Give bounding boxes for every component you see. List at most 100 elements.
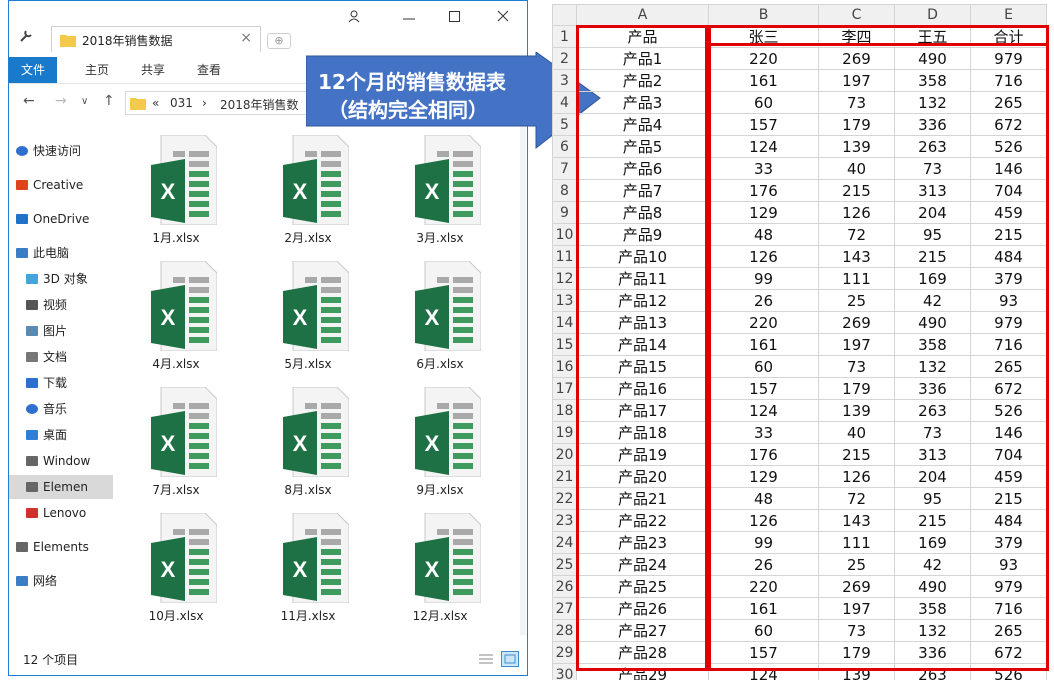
row-header[interactable]: 1 <box>552 25 577 48</box>
data-cell[interactable]: 产品18 <box>576 421 709 444</box>
breadcrumb-current[interactable]: 2018年销售数 <box>220 96 299 113</box>
header-cell[interactable]: 合计 <box>970 25 1047 48</box>
data-cell[interactable]: 176 <box>708 179 819 202</box>
back-arrow-icon[interactable]: ← <box>23 93 35 109</box>
file-item[interactable]: X 5月.xlsx <box>253 251 363 377</box>
data-cell[interactable]: 48 <box>708 223 819 246</box>
data-cell[interactable]: 产品10 <box>576 245 709 268</box>
data-cell[interactable]: 73 <box>818 619 895 642</box>
tab-2018-sales[interactable]: 2018年销售数据 × <box>51 26 261 52</box>
ribbon-tab-view[interactable]: 查看 <box>197 57 221 83</box>
data-cell[interactable]: 313 <box>894 179 971 202</box>
data-cell[interactable]: 42 <box>894 553 971 576</box>
data-cell[interactable]: 产品24 <box>576 553 709 576</box>
data-cell[interactable]: 146 <box>970 421 1047 444</box>
data-cell[interactable]: 204 <box>894 201 971 224</box>
maximize-icon[interactable] <box>449 9 461 23</box>
data-cell[interactable]: 60 <box>708 619 819 642</box>
nav-item-4[interactable]: 3D 对象 <box>9 267 113 291</box>
data-cell[interactable]: 263 <box>894 399 971 422</box>
data-cell[interactable]: 48 <box>708 487 819 510</box>
data-cell[interactable]: 126 <box>708 509 819 532</box>
ribbon-tab-home[interactable]: 主页 <box>85 57 109 83</box>
nav-item-3[interactable]: 此电脑 <box>9 241 113 265</box>
data-cell[interactable]: 40 <box>818 157 895 180</box>
data-cell[interactable]: 358 <box>894 333 971 356</box>
row-header[interactable]: 21 <box>552 465 577 488</box>
new-tab-button[interactable]: ⊕ <box>267 33 291 49</box>
file-item[interactable]: X 6月.xlsx <box>385 251 495 377</box>
data-cell[interactable]: 979 <box>970 575 1047 598</box>
data-cell[interactable]: 139 <box>818 663 895 680</box>
data-cell[interactable]: 产品25 <box>576 575 709 598</box>
data-cell[interactable]: 379 <box>970 531 1047 554</box>
data-cell[interactable]: 99 <box>708 531 819 554</box>
data-cell[interactable]: 672 <box>970 641 1047 664</box>
data-cell[interactable]: 704 <box>970 179 1047 202</box>
data-cell[interactable]: 157 <box>708 641 819 664</box>
data-cell[interactable]: 33 <box>708 157 819 180</box>
data-cell[interactable]: 产品13 <box>576 311 709 334</box>
data-cell[interactable]: 269 <box>818 575 895 598</box>
data-cell[interactable]: 132 <box>894 91 971 114</box>
data-cell[interactable]: 产品9 <box>576 223 709 246</box>
data-cell[interactable]: 73 <box>894 157 971 180</box>
nav-item-12[interactable]: Elemen <box>9 475 113 499</box>
data-cell[interactable]: 产品2 <box>576 69 709 92</box>
select-all-corner[interactable] <box>552 4 577 26</box>
data-cell[interactable]: 704 <box>970 443 1047 466</box>
data-cell[interactable]: 126 <box>818 201 895 224</box>
data-cell[interactable]: 产品12 <box>576 289 709 312</box>
data-cell[interactable]: 358 <box>894 597 971 620</box>
header-cell[interactable]: 王五 <box>894 25 971 48</box>
row-header[interactable]: 3 <box>552 69 577 92</box>
data-cell[interactable]: 197 <box>818 69 895 92</box>
data-cell[interactable]: 产品19 <box>576 443 709 466</box>
data-cell[interactable]: 490 <box>894 575 971 598</box>
data-cell[interactable]: 215 <box>818 179 895 202</box>
data-cell[interactable]: 124 <box>708 399 819 422</box>
data-cell[interactable]: 25 <box>818 289 895 312</box>
data-cell[interactable]: 产品21 <box>576 487 709 510</box>
breadcrumb-parent[interactable]: 031 <box>170 96 193 110</box>
data-cell[interactable]: 526 <box>970 663 1047 680</box>
data-cell[interactable]: 26 <box>708 289 819 312</box>
data-cell[interactable]: 60 <box>708 91 819 114</box>
row-header[interactable]: 7 <box>552 157 577 180</box>
data-cell[interactable]: 26 <box>708 553 819 576</box>
header-cell[interactable]: 李四 <box>818 25 895 48</box>
close-icon[interactable] <box>497 9 509 23</box>
column-header-c[interactable]: C <box>818 4 895 26</box>
file-item[interactable]: X 7月.xlsx <box>121 377 231 503</box>
data-cell[interactable]: 132 <box>894 355 971 378</box>
data-cell[interactable]: 146 <box>970 157 1047 180</box>
data-cell[interactable]: 产品26 <box>576 597 709 620</box>
data-cell[interactable]: 179 <box>818 641 895 664</box>
data-cell[interactable]: 358 <box>894 69 971 92</box>
data-cell[interactable]: 143 <box>818 509 895 532</box>
row-header[interactable]: 29 <box>552 641 577 664</box>
breadcrumb-separator[interactable]: « <box>152 96 159 110</box>
data-cell[interactable]: 265 <box>970 619 1047 642</box>
row-header[interactable]: 24 <box>552 531 577 554</box>
data-cell[interactable]: 263 <box>894 135 971 158</box>
nav-item-0[interactable]: 快速访问 <box>9 139 113 163</box>
data-cell[interactable]: 169 <box>894 267 971 290</box>
data-cell[interactable]: 111 <box>818 531 895 554</box>
data-cell[interactable]: 490 <box>894 311 971 334</box>
row-header[interactable]: 30 <box>552 663 577 680</box>
data-cell[interactable]: 197 <box>818 597 895 620</box>
data-cell[interactable]: 42 <box>894 289 971 312</box>
file-item[interactable]: X 11月.xlsx <box>253 503 363 629</box>
data-cell[interactable]: 313 <box>894 443 971 466</box>
row-header[interactable]: 20 <box>552 443 577 466</box>
data-cell[interactable]: 336 <box>894 377 971 400</box>
data-cell[interactable]: 169 <box>894 531 971 554</box>
data-cell[interactable]: 269 <box>818 47 895 70</box>
data-cell[interactable]: 产品8 <box>576 201 709 224</box>
data-cell[interactable]: 124 <box>708 663 819 680</box>
data-cell[interactable]: 220 <box>708 311 819 334</box>
data-cell[interactable]: 129 <box>708 465 819 488</box>
data-cell[interactable]: 产品23 <box>576 531 709 554</box>
address-box[interactable]: « 031 › 2018年销售数 <box>125 91 315 115</box>
